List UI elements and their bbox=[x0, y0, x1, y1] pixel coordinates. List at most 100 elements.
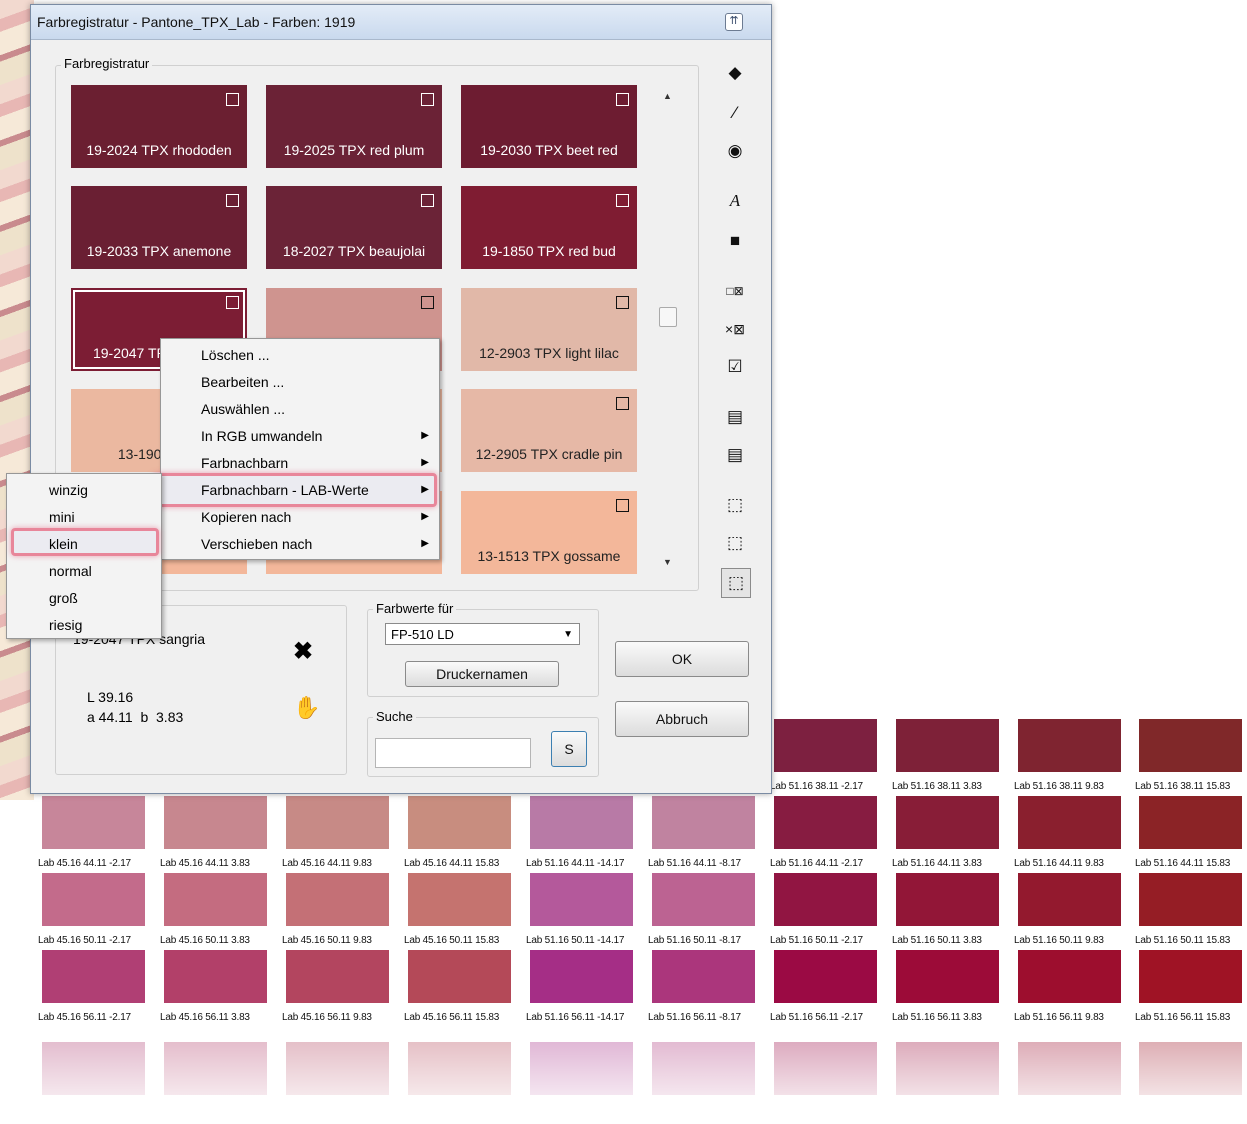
size-menu-item[interactable]: normal bbox=[7, 557, 161, 584]
swatch-checkbox[interactable] bbox=[616, 499, 629, 512]
lab-color-cell bbox=[42, 950, 145, 1003]
paint-bucket-icon[interactable]: ◆ bbox=[721, 59, 749, 87]
font-icon[interactable]: A bbox=[721, 187, 749, 215]
search-label: Suche bbox=[373, 709, 416, 724]
swap-boxes-icon[interactable]: □⊠ bbox=[721, 277, 749, 305]
check-box-icon[interactable]: ☑ bbox=[721, 353, 749, 381]
lab-color-label: Lab 51.16 44.11 -14.17 bbox=[526, 858, 625, 869]
collapse-window-button[interactable]: ⇈ bbox=[725, 13, 743, 31]
chevron-down-icon: ▼ bbox=[563, 628, 573, 640]
context-menu-item-label: Verschieben nach bbox=[201, 535, 313, 552]
printer-names-button[interactable]: Druckernamen bbox=[405, 661, 559, 687]
swatch-checkbox[interactable] bbox=[616, 296, 629, 309]
color-swatch[interactable]: 19-1850 TPX red bud bbox=[461, 186, 637, 269]
context-menu-item[interactable]: Löschen ... bbox=[161, 341, 439, 368]
lab-color-cell bbox=[652, 873, 755, 926]
lab-color-cell bbox=[164, 950, 267, 1003]
size-menu-item[interactable]: mini bbox=[7, 503, 161, 530]
submenu-arrow-icon: ▶ bbox=[421, 538, 429, 549]
swatch-checkbox[interactable] bbox=[421, 93, 434, 106]
lab-color-label: Lab 45.16 50.11 15.83 bbox=[404, 935, 500, 946]
delete-x-icon[interactable]: ✖ bbox=[293, 637, 313, 666]
color-swatch[interactable]: 12-2905 TPX cradle pin bbox=[461, 389, 637, 472]
lab-color-label: Lab 51.16 38.11 3.83 bbox=[892, 781, 982, 792]
context-menu-item-label: Farbnachbarn bbox=[201, 454, 289, 471]
vertical-scrollbar[interactable]: ▲ ▼ bbox=[659, 85, 677, 575]
cube-icon[interactable]: ■ bbox=[721, 227, 749, 255]
lab-color-label: Lab 45.16 44.11 9.83 bbox=[282, 858, 372, 869]
lab-color-cell bbox=[408, 873, 511, 926]
color-swatch[interactable]: 19-2025 TPX red plum bbox=[266, 85, 442, 168]
size-menu-item[interactable]: klein bbox=[7, 530, 161, 557]
swatch-checkbox[interactable] bbox=[616, 93, 629, 106]
lab-color-cell bbox=[774, 796, 877, 849]
lab-color-label: Lab 51.16 44.11 3.83 bbox=[892, 858, 982, 869]
cancel-button[interactable]: Abbruch bbox=[615, 701, 749, 737]
search-input[interactable] bbox=[375, 738, 531, 768]
target-icon[interactable]: ◉ bbox=[721, 137, 749, 165]
lab-color-cell bbox=[652, 796, 755, 849]
swatch-checkbox[interactable] bbox=[616, 397, 629, 410]
swatch-label: 13-1513 TPX gossame bbox=[477, 548, 621, 564]
context-menu-item[interactable]: Farbnachbarn ▶ bbox=[161, 449, 439, 476]
size-menu: winzig mini klein normal groß riesig bbox=[6, 473, 162, 639]
swatch-checkbox[interactable] bbox=[226, 296, 239, 309]
lab-color-label: Lab 51.16 56.11 15.83 bbox=[1135, 1012, 1231, 1023]
lab-color-label: Lab 51.16 44.11 9.83 bbox=[1014, 858, 1104, 869]
context-menu-item[interactable]: Auswählen ... bbox=[161, 395, 439, 422]
scroll-thumb[interactable] bbox=[659, 307, 677, 327]
device-select[interactable]: FP-510 LD ▼ bbox=[385, 623, 580, 645]
color-values-label: Farbwerte für bbox=[373, 601, 457, 616]
context-menu-item[interactable]: In RGB umwandeln ▶ bbox=[161, 422, 439, 449]
context-menu-item-label: In RGB umwandeln bbox=[201, 427, 323, 444]
context-menu-item-label: Bearbeiten ... bbox=[201, 373, 285, 390]
scroll-down-icon[interactable]: ▼ bbox=[663, 557, 672, 567]
context-menu-item[interactable]: Verschieben nach ▶ bbox=[161, 530, 439, 557]
print-close-icon[interactable]: ▤ bbox=[721, 441, 749, 469]
swatch-checkbox[interactable] bbox=[421, 296, 434, 309]
size-menu-item[interactable]: riesig bbox=[7, 611, 161, 638]
size-menu-item-label: winzig bbox=[49, 481, 88, 498]
swatch-checkbox[interactable] bbox=[616, 194, 629, 207]
size-medium-icon[interactable]: ⬚ bbox=[721, 529, 749, 557]
lab-color-cell bbox=[774, 950, 877, 1003]
color-swatch[interactable]: 13-1513 TPX gossame bbox=[461, 491, 637, 574]
ok-button[interactable]: OK bbox=[615, 641, 749, 677]
context-menu-item[interactable]: Bearbeiten ... bbox=[161, 368, 439, 395]
lab-color-label: Lab 51.16 50.11 -2.17 bbox=[770, 935, 863, 946]
submenu-arrow-icon: ▶ bbox=[421, 484, 429, 495]
lab-color-cell bbox=[774, 719, 877, 772]
swatch-label: 12-2903 TPX light lilac bbox=[479, 345, 619, 361]
search-button[interactable]: S bbox=[551, 731, 587, 767]
size-small-icon[interactable]: ⬚ bbox=[721, 568, 751, 598]
lab-color-cell bbox=[1018, 950, 1121, 1003]
context-menu-item[interactable]: Farbnachbarn - LAB-Werte ▶ bbox=[161, 476, 439, 503]
size-menu-item[interactable]: winzig bbox=[7, 476, 161, 503]
size-menu-item[interactable]: groß bbox=[7, 584, 161, 611]
lab-color-label: Lab 45.16 44.11 -2.17 bbox=[38, 858, 131, 869]
lab-color-cell bbox=[1018, 796, 1121, 849]
swatch-label: 19-2024 TPX rhododen bbox=[86, 142, 232, 158]
close-small-icon[interactable]: ×⊠ bbox=[721, 315, 749, 343]
size-large-icon[interactable]: ⬚ bbox=[721, 491, 749, 519]
hand-icon[interactable]: ✋ bbox=[293, 695, 320, 721]
lab-color-label: Lab 45.16 50.11 -2.17 bbox=[38, 935, 131, 946]
eyedropper-icon[interactable]: ⁄ bbox=[721, 99, 749, 127]
submenu-arrow-icon: ▶ bbox=[421, 430, 429, 441]
lab-color-label: Lab 51.16 50.11 15.83 bbox=[1135, 935, 1231, 946]
lab-color-cell bbox=[652, 950, 755, 1003]
lab-color-cell bbox=[1139, 873, 1242, 926]
color-swatch[interactable]: 18-2027 TPX beaujolai bbox=[266, 186, 442, 269]
swatch-checkbox[interactable] bbox=[421, 194, 434, 207]
context-menu-item[interactable]: Kopieren nach ▶ bbox=[161, 503, 439, 530]
scroll-up-icon[interactable]: ▲ bbox=[663, 91, 672, 101]
lab-color-cell bbox=[42, 796, 145, 849]
lab-color-label: Lab 51.16 50.11 9.83 bbox=[1014, 935, 1104, 946]
color-swatch[interactable]: 19-2030 TPX beet red bbox=[461, 85, 637, 168]
color-swatch[interactable]: 19-2033 TPX anemone bbox=[71, 186, 247, 269]
swatch-checkbox[interactable] bbox=[226, 93, 239, 106]
print-icon[interactable]: ▤ bbox=[721, 403, 749, 431]
color-swatch[interactable]: 12-2903 TPX light lilac bbox=[461, 288, 637, 371]
color-swatch[interactable]: 19-2024 TPX rhododen bbox=[71, 85, 247, 168]
swatch-checkbox[interactable] bbox=[226, 194, 239, 207]
